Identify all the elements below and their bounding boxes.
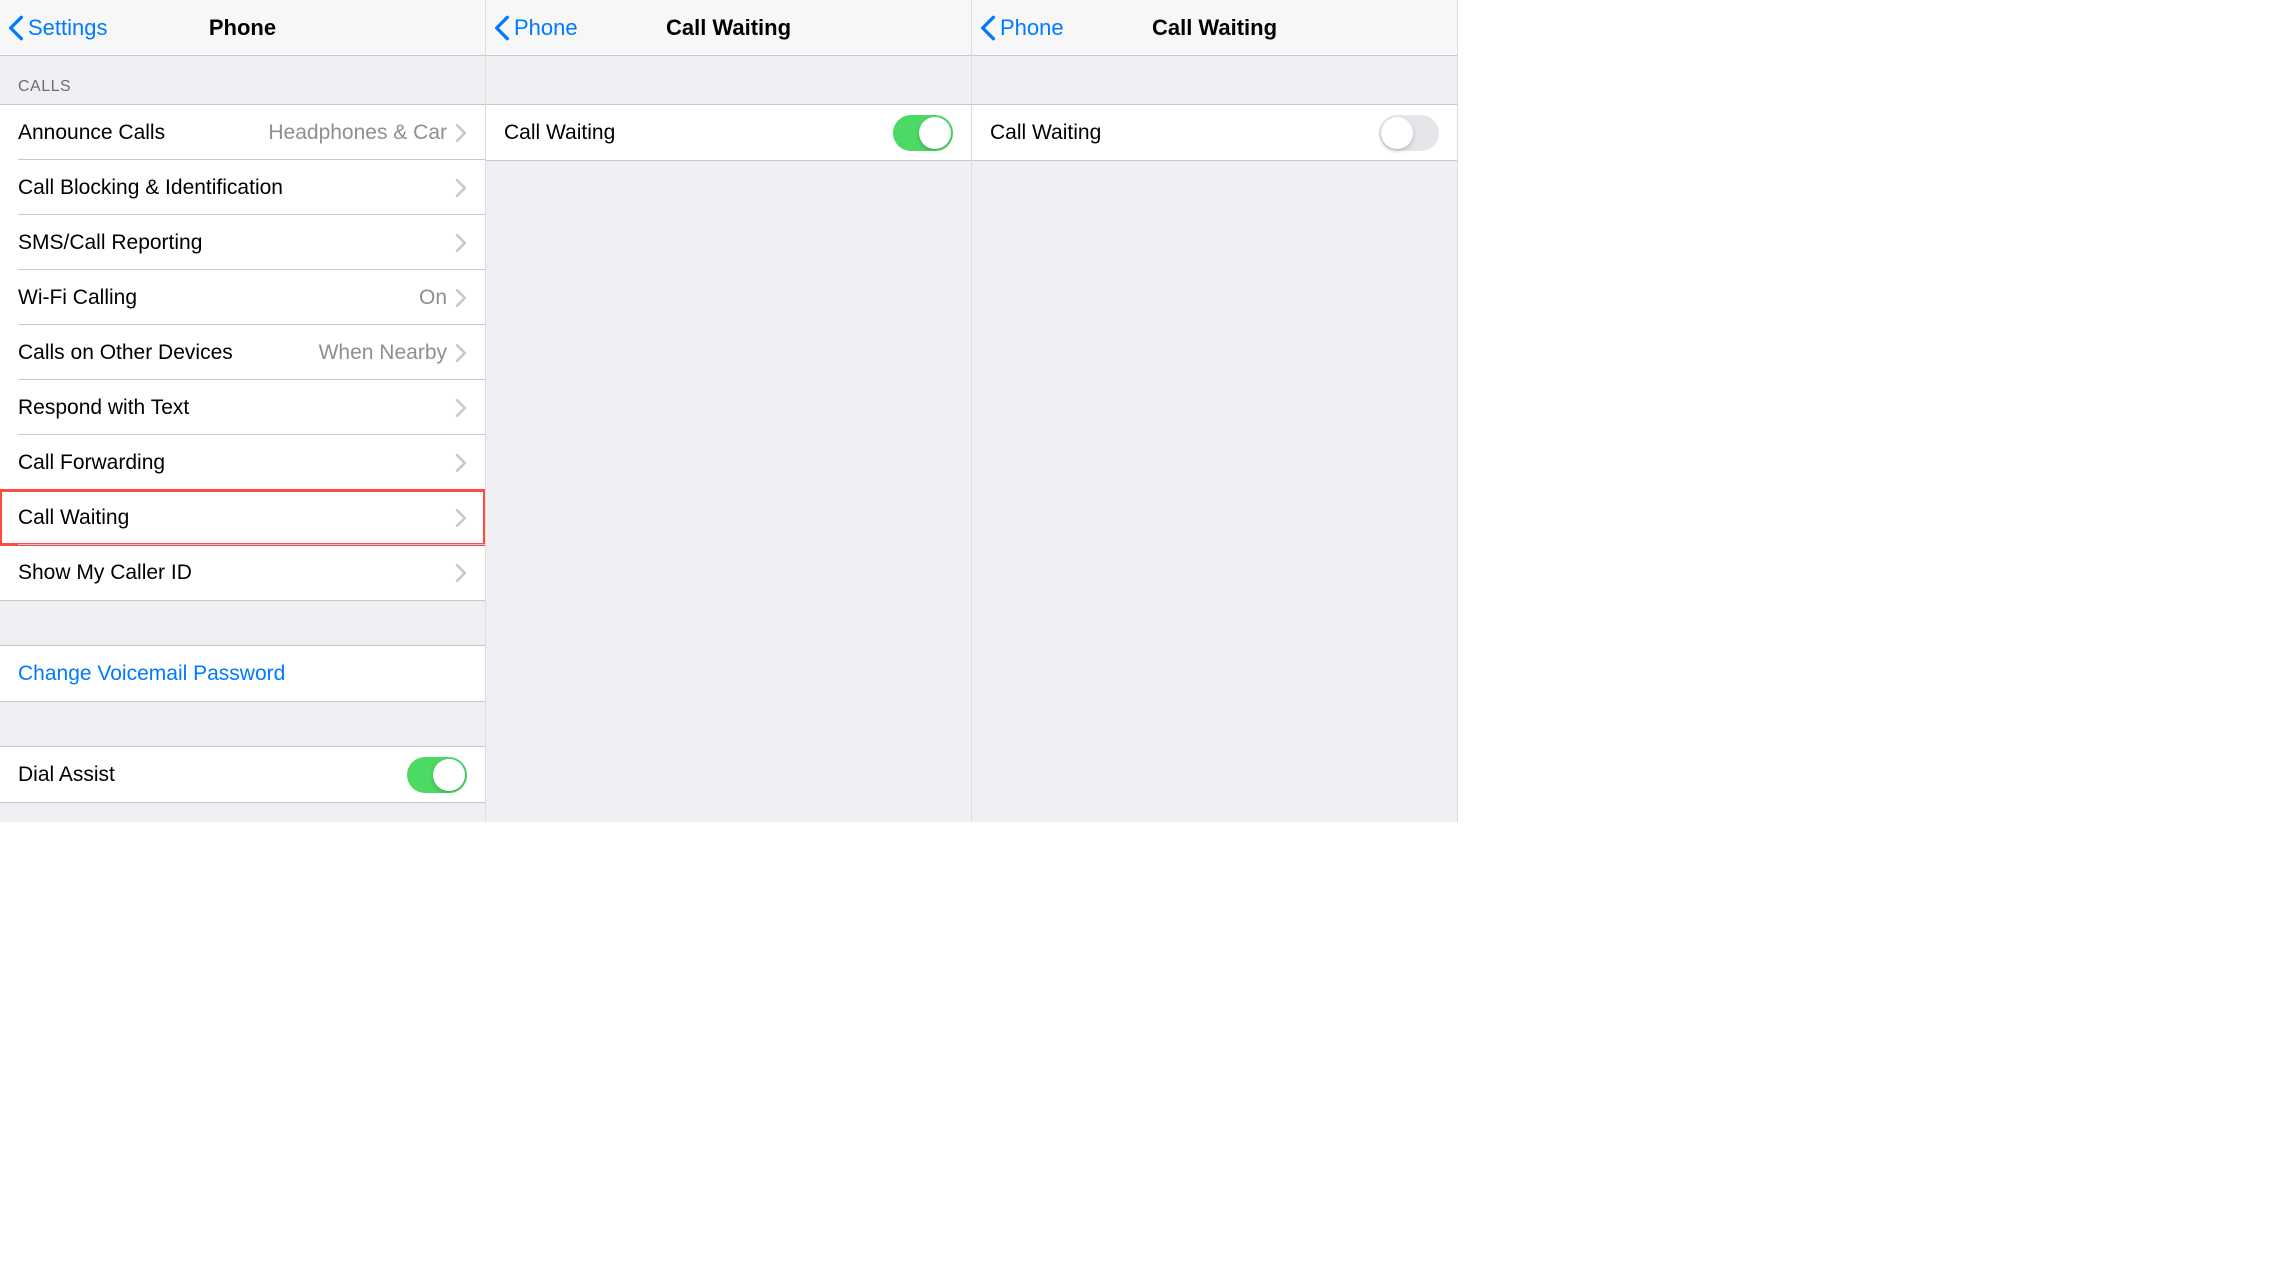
row-label: Show My Caller ID: [18, 561, 455, 585]
toggle-knob: [433, 759, 465, 791]
spacer: [486, 56, 971, 104]
row-call-waiting[interactable]: Call Waiting: [0, 490, 485, 545]
back-label: Settings: [28, 15, 108, 41]
call-waiting-toggle[interactable]: [893, 115, 953, 151]
voicemail-list: Change Voicemail Password: [0, 645, 485, 702]
call-waiting-toggle[interactable]: [1379, 115, 1439, 151]
calls-list: Announce Calls Headphones & Car Call Blo…: [0, 104, 485, 601]
spacer: [0, 601, 485, 645]
toggle-knob: [919, 117, 951, 149]
chevron-right-icon: [455, 399, 467, 417]
row-dial-assist: Dial Assist: [0, 747, 485, 802]
row-label: Wi-Fi Calling: [18, 286, 419, 310]
row-announce-calls[interactable]: Announce Calls Headphones & Car: [0, 105, 485, 160]
call-waiting-list: Call Waiting: [972, 104, 1457, 161]
chevron-right-icon: [455, 564, 467, 582]
row-calls-other-devices[interactable]: Calls on Other Devices When Nearby: [0, 325, 485, 380]
back-label: Phone: [514, 15, 578, 41]
back-button[interactable]: Phone: [980, 14, 1064, 42]
call-waiting-list: Call Waiting: [486, 104, 971, 161]
row-label: SMS/Call Reporting: [18, 231, 455, 255]
row-label: Call Blocking & Identification: [18, 176, 455, 200]
row-call-blocking[interactable]: Call Blocking & Identification: [0, 160, 485, 215]
row-change-voicemail-password[interactable]: Change Voicemail Password: [0, 646, 485, 701]
chevron-right-icon: [455, 509, 467, 527]
chevron-right-icon: [455, 234, 467, 252]
row-label: Announce Calls: [18, 121, 268, 145]
chevron-right-icon: [455, 344, 467, 362]
dial-assist-toggle[interactable]: [407, 757, 467, 793]
spacer: [972, 56, 1457, 104]
phone-settings-screen: Settings Phone CALLS Announce Calls Head…: [0, 0, 486, 822]
chevron-left-icon: [8, 14, 24, 42]
row-label: Dial Assist: [18, 763, 407, 787]
row-show-caller-id[interactable]: Show My Caller ID: [0, 545, 485, 600]
nav-bar: Settings Phone: [0, 0, 485, 56]
chevron-right-icon: [455, 124, 467, 142]
row-label: Call Forwarding: [18, 451, 455, 475]
chevron-right-icon: [455, 179, 467, 197]
row-wifi-calling[interactable]: Wi-Fi Calling On: [0, 270, 485, 325]
row-label: Respond with Text: [18, 396, 455, 420]
row-call-forwarding[interactable]: Call Forwarding: [0, 435, 485, 490]
nav-bar: Phone Call Waiting: [486, 0, 971, 56]
row-respond-with-text[interactable]: Respond with Text: [0, 380, 485, 435]
row-call-waiting-toggle: Call Waiting: [972, 105, 1457, 160]
row-detail: When Nearby: [319, 341, 447, 365]
call-waiting-screen-off: Phone Call Waiting Call Waiting: [972, 0, 1458, 822]
call-waiting-screen-on: Phone Call Waiting Call Waiting: [486, 0, 972, 822]
toggle-knob: [1381, 117, 1413, 149]
row-sms-call-reporting[interactable]: SMS/Call Reporting: [0, 215, 485, 270]
row-label: Call Waiting: [990, 121, 1379, 145]
spacer: [0, 702, 485, 746]
dial-assist-list: Dial Assist: [0, 746, 485, 803]
row-call-waiting-toggle: Call Waiting: [486, 105, 971, 160]
row-label: Change Voicemail Password: [18, 662, 467, 686]
back-button[interactable]: Settings: [8, 14, 108, 42]
back-button[interactable]: Phone: [494, 14, 578, 42]
row-detail: On: [419, 286, 447, 310]
chevron-left-icon: [494, 14, 510, 42]
chevron-right-icon: [455, 289, 467, 307]
row-detail: Headphones & Car: [268, 121, 447, 145]
section-header-calls: CALLS: [0, 56, 485, 104]
row-label: Calls on Other Devices: [18, 341, 319, 365]
chevron-right-icon: [455, 454, 467, 472]
chevron-left-icon: [980, 14, 996, 42]
row-label: Call Waiting: [504, 121, 893, 145]
row-label: Call Waiting: [18, 506, 455, 530]
back-label: Phone: [1000, 15, 1064, 41]
nav-bar: Phone Call Waiting: [972, 0, 1457, 56]
